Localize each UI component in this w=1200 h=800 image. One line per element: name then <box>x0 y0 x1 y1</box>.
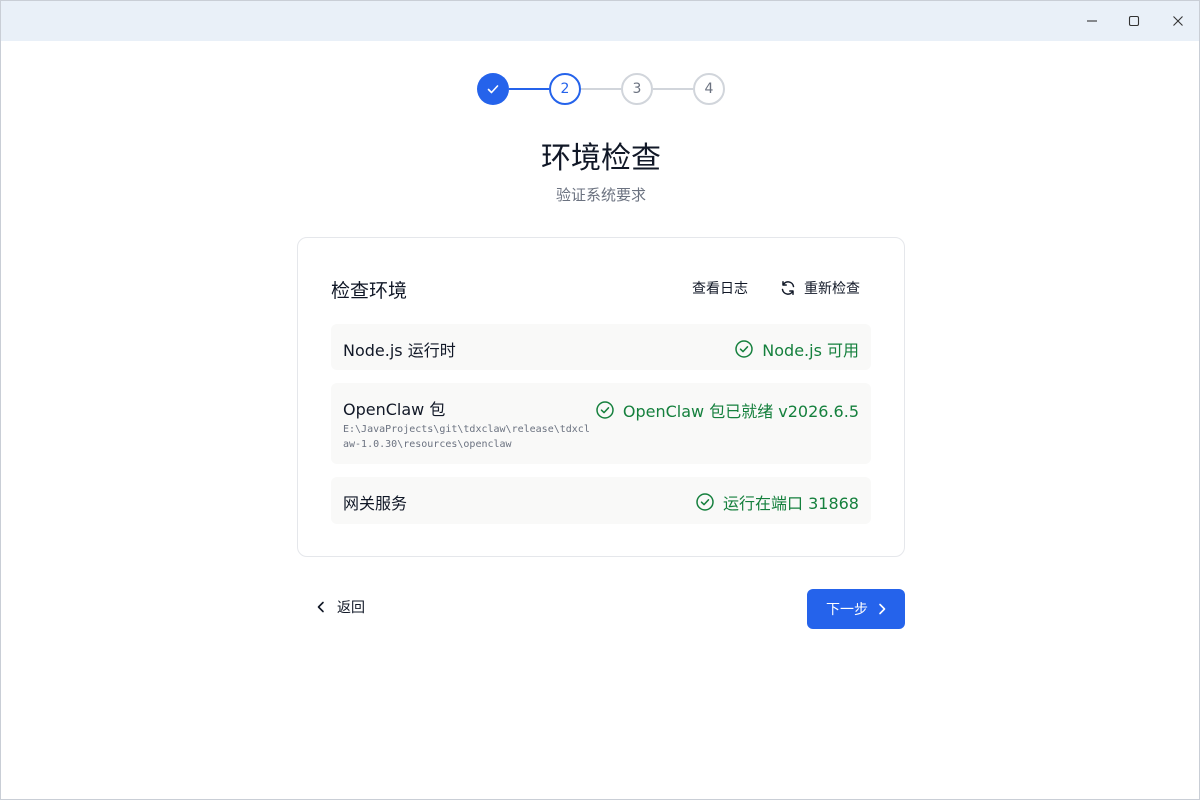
check-name: Node.js 运行时 <box>343 341 456 360</box>
check-circle-icon <box>596 401 614 419</box>
step-1-complete <box>477 73 509 105</box>
maximize-button[interactable] <box>1111 1 1157 41</box>
back-label: 返回 <box>337 600 365 616</box>
maximize-icon <box>1128 15 1140 27</box>
view-log-button[interactable]: 查看日志 <box>692 278 748 298</box>
step-3: 3 <box>621 73 653 105</box>
step-connector <box>581 88 621 90</box>
check-status: Node.js 可用 <box>735 337 859 361</box>
minimize-icon <box>1087 20 1097 22</box>
step-connector <box>653 88 693 90</box>
page-subtitle: 验证系统要求 <box>555 186 646 204</box>
stepper: 2 3 4 <box>477 73 725 105</box>
step-connector <box>509 88 549 90</box>
title-bar[interactable] <box>1 1 1199 41</box>
check-status-text: OpenClaw 包已就绪 v2026.6.5 <box>622 402 859 421</box>
check-row-openclaw: OpenClaw 包 E:\JavaProjects\git\tdxclaw\r… <box>331 383 871 464</box>
refresh-icon <box>781 281 795 295</box>
next-label: 下一步 <box>826 602 868 618</box>
close-icon <box>1173 16 1183 26</box>
installer-window: 2 3 4 环境检查 验证系统要求 检查环境 查看日志 重新检查 Node.js… <box>0 0 1200 800</box>
check-status-text: 运行在端口 31868 <box>723 494 859 513</box>
back-button[interactable]: 返回 <box>317 597 365 617</box>
check-name: 网关服务 <box>343 494 408 513</box>
check-circle-icon <box>735 340 754 358</box>
step-4: 4 <box>693 73 725 105</box>
check-row-gateway: 网关服务 运行在端口 31868 <box>331 477 871 524</box>
recheck-label: 重新检查 <box>804 281 860 297</box>
check-status: OpenClaw 包已就绪 v2026.6.5 <box>596 398 859 422</box>
check-circle-icon <box>696 493 714 511</box>
chevron-right-icon <box>879 603 886 615</box>
check-row-nodejs: Node.js 运行时 Node.js 可用 <box>331 324 871 370</box>
check-status: 运行在端口 31868 <box>696 490 859 514</box>
chevron-left-icon <box>317 601 324 613</box>
step-2-current: 2 <box>549 73 581 105</box>
check-name: OpenClaw 包 <box>343 400 446 419</box>
next-button[interactable]: 下一步 <box>807 589 905 629</box>
check-status-text: Node.js 可用 <box>762 341 859 360</box>
recheck-button[interactable]: 重新检查 <box>780 278 860 298</box>
minimize-button[interactable] <box>1069 1 1115 41</box>
environment-check-card: 检查环境 查看日志 重新检查 Node.js 运行时 Node.js 可用 Op… <box>297 237 905 557</box>
close-button[interactable] <box>1155 1 1199 41</box>
card-title: 检查环境 <box>331 280 408 302</box>
package-path: E:\JavaProjects\git\tdxclaw\release\tdxc… <box>343 424 590 450</box>
page-title: 环境检查 <box>541 141 661 176</box>
checkmark-icon <box>487 85 499 94</box>
